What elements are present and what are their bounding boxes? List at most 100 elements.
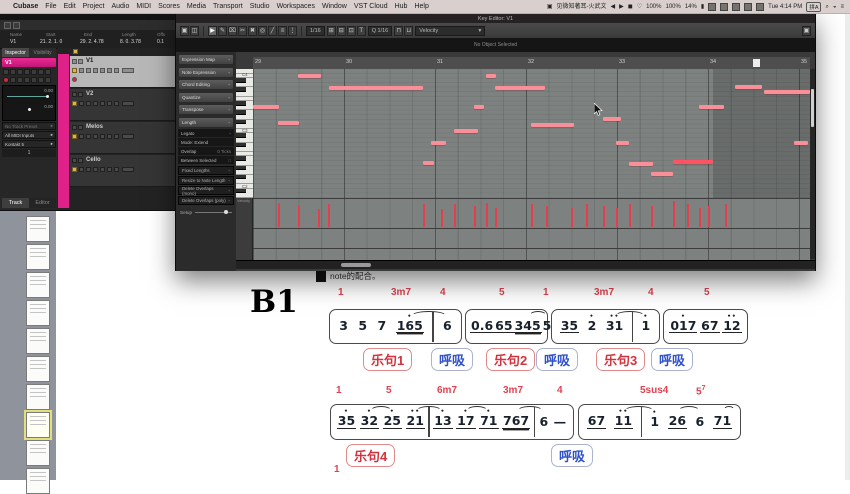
mute-button[interactable]	[72, 125, 77, 130]
section-quantize[interactable]: Quantize◦	[178, 92, 234, 103]
velocity-bar[interactable]	[708, 206, 710, 227]
track-mini-button[interactable]	[114, 134, 119, 139]
mute-tool[interactable]: ✖	[248, 26, 257, 36]
length-row-between-selected[interactable]: Between Selected□	[178, 156, 234, 165]
length-row-overlap[interactable]: Overlap0 Ticks	[178, 147, 234, 156]
velocity-bar[interactable]	[423, 204, 425, 227]
view-option-icon[interactable]: T	[357, 26, 366, 36]
button-delete-overlaps-mono-[interactable]: Delete Overlaps (mono)◦	[178, 186, 234, 195]
input-method-chip[interactable]: 拼A	[806, 2, 821, 12]
midi-note[interactable]	[253, 105, 279, 109]
button-resize-to-note-length[interactable]: Resize to Note Length◦	[178, 176, 234, 185]
setup-slider[interactable]	[195, 212, 232, 213]
track-mini-button[interactable]	[45, 77, 51, 83]
menu-help[interactable]: Help	[414, 3, 428, 10]
velocity-bar[interactable]	[278, 203, 280, 227]
status-app-icon[interactable]	[744, 3, 752, 11]
horizontal-scrollbar-handle[interactable]	[341, 263, 371, 267]
transport-icon[interactable]: ▶	[619, 4, 624, 10]
section-expression-map[interactable]: Expression Map◦	[178, 54, 234, 65]
search-icon[interactable]: ⌕	[825, 4, 828, 10]
length-row-legato[interactable]: Legato◔	[178, 129, 234, 138]
vertical-scrollbar-handle[interactable]	[811, 89, 814, 127]
track-mini-button[interactable]	[93, 68, 98, 73]
section-chord-editing[interactable]: Chord Editing◦	[178, 79, 234, 90]
page-thumbnail[interactable]	[26, 440, 50, 466]
track-mini-button[interactable]	[38, 77, 44, 83]
length-row-mode-extend[interactable]: Mode: Extend	[178, 138, 234, 147]
horizontal-scrollbar[interactable]	[236, 260, 815, 269]
grid-type-box[interactable]: 1/16	[306, 26, 325, 36]
velocity-bar[interactable]	[586, 204, 588, 227]
status-app-icon[interactable]	[720, 3, 728, 11]
velocity-bar[interactable]	[454, 204, 456, 227]
track-mini-button[interactable]	[79, 68, 84, 73]
transport-icon[interactable]: ◀	[611, 4, 616, 10]
page-thumbnail[interactable]	[26, 356, 50, 382]
velocity-bar[interactable]	[571, 208, 573, 227]
track-mini-button[interactable]	[93, 134, 98, 139]
track-name-field[interactable]: V1	[2, 58, 56, 67]
solo-button[interactable]	[78, 59, 83, 64]
track-wide-button[interactable]	[122, 134, 134, 139]
controller-lane-label[interactable]	[236, 228, 253, 248]
view-option-icon[interactable]: ⊡	[347, 26, 356, 36]
view-option-icon[interactable]: ⊟	[337, 26, 346, 36]
status-app-icon[interactable]	[756, 3, 764, 11]
menu-cubase[interactable]: Cubase	[13, 3, 38, 10]
solo-button[interactable]	[78, 158, 83, 163]
controller-lane[interactable]	[253, 228, 810, 249]
tab-track[interactable]: Track	[2, 198, 29, 208]
document-icon[interactable]: ▣	[547, 4, 553, 10]
menu-project[interactable]: Project	[83, 3, 105, 10]
velocity-bar[interactable]	[699, 208, 701, 227]
track-wide-button[interactable]	[122, 101, 134, 106]
velocity-bar[interactable]	[546, 206, 548, 227]
track-mini-button[interactable]	[79, 167, 84, 172]
page-thumbnail[interactable]	[26, 468, 50, 494]
page-thumbnail[interactable]	[26, 244, 50, 270]
transport-icon[interactable]: ♡	[637, 4, 642, 10]
draw-tool[interactable]: ✎	[218, 26, 227, 36]
velocity-bar[interactable]	[603, 206, 605, 227]
menu-vst-cloud[interactable]: VST Cloud	[354, 3, 388, 10]
track-mini-button[interactable]	[17, 77, 23, 83]
velocity-bar[interactable]	[318, 209, 320, 227]
button-delete-overlaps-poly-[interactable]: Delete Overlaps (poly)◦	[178, 196, 234, 205]
status-app-icon[interactable]	[732, 3, 740, 11]
section-length[interactable]: Length◦	[178, 117, 234, 128]
track-mini-button[interactable]	[79, 101, 84, 106]
menu-transport[interactable]: Transport	[213, 3, 243, 10]
track-mini-button[interactable]	[100, 101, 105, 106]
line-tool[interactable]: ╱	[268, 26, 277, 36]
transport-icon[interactable]: ◼	[628, 4, 633, 10]
menu-list-icon[interactable]: ≡	[840, 4, 844, 10]
tab-visibility[interactable]: Visibility	[29, 48, 56, 57]
record-enable-button[interactable]	[72, 77, 77, 82]
track-mini-button[interactable]	[100, 68, 105, 73]
mute-button[interactable]	[72, 92, 77, 97]
velocity-bar[interactable]	[486, 203, 488, 227]
erase-tool[interactable]: ⌧	[228, 26, 237, 36]
velocity-bar[interactable]	[495, 208, 497, 227]
control-center-icon[interactable]: ◒	[833, 4, 837, 10]
track-mini-button[interactable]	[10, 69, 16, 75]
track-mini-button[interactable]	[31, 69, 37, 75]
mute-button[interactable]	[72, 59, 77, 64]
track-mini-button[interactable]	[93, 101, 98, 106]
midi-note[interactable]	[298, 74, 321, 78]
project-tool-icon[interactable]	[13, 22, 20, 29]
track-mini-button[interactable]	[107, 134, 112, 139]
section-transpose[interactable]: Transpose◦	[178, 104, 234, 115]
page-thumbnail[interactable]	[26, 412, 50, 438]
volume-slider-knob[interactable]	[46, 95, 49, 98]
editor-window-icon[interactable]: ▣	[180, 26, 189, 36]
quantize-preset-box[interactable]: Q 1/16	[368, 26, 393, 36]
track-mini-button[interactable]	[114, 167, 119, 172]
track-mini-button[interactable]	[107, 101, 112, 106]
midi-note[interactable]	[454, 129, 478, 133]
velocity-lane-label[interactable]: Velocity	[236, 198, 253, 228]
velocity-bar[interactable]	[687, 204, 689, 227]
note-grid[interactable]	[253, 69, 810, 198]
editor-window-icon[interactable]: ◫	[190, 26, 199, 36]
